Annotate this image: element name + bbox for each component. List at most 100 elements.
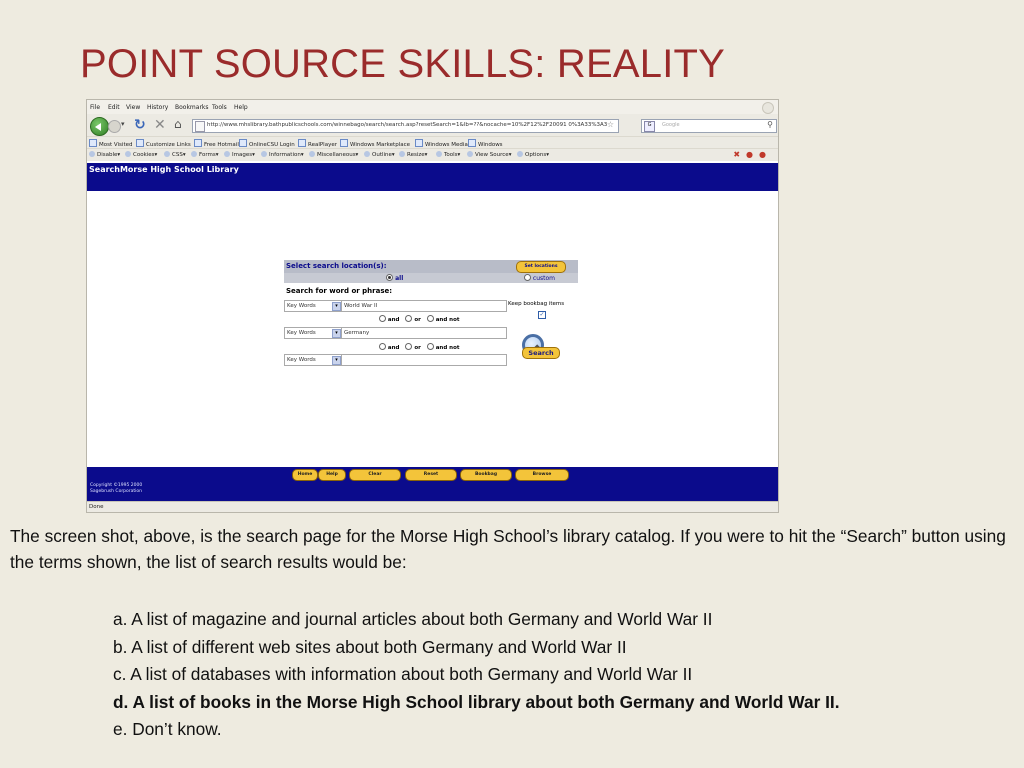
keep-bookbag-checkbox[interactable]: ✓: [538, 311, 546, 319]
menu-history[interactable]: History: [147, 104, 168, 111]
library-header-title: SearchMorse High School Library: [89, 165, 239, 174]
dev-tool-item[interactable]: Options▾: [517, 151, 549, 158]
term-input-3[interactable]: [341, 354, 507, 366]
copyright-line-2: Sagebrush Corporation: [90, 489, 143, 494]
dev-tool-item[interactable]: Resize▾: [399, 151, 427, 158]
answer-option-d: d. A list of books in the Morse High Sch…: [113, 691, 840, 712]
radio-custom[interactable]: [524, 274, 531, 281]
chevron-down-icon[interactable]: ▾: [332, 329, 341, 338]
radio-and-not[interactable]: [426, 315, 434, 322]
clear-button[interactable]: Clear: [349, 469, 401, 481]
dev-tool-icon: [309, 151, 315, 157]
web-search-box[interactable]: G Google ⚲: [641, 119, 777, 133]
radio-and[interactable]: [379, 343, 386, 350]
word-label: Search for word or phrase:: [286, 287, 393, 295]
menu-help[interactable]: Help: [234, 104, 248, 111]
field-select-1[interactable]: Key Words ▾: [284, 300, 343, 312]
reload-icon[interactable]: ↻: [134, 117, 146, 133]
bool-and-label: and: [387, 345, 400, 351]
bookmark-star-icon[interactable]: ☆: [607, 120, 614, 129]
history-dropdown-icon[interactable]: ▾: [121, 120, 125, 128]
menu-file[interactable]: File: [90, 104, 100, 111]
radio-or[interactable]: [405, 343, 413, 350]
menu-edit[interactable]: Edit: [108, 104, 120, 111]
search-button[interactable]: Search: [520, 334, 560, 359]
bool-and[interactable]: and: [379, 343, 400, 351]
slide-title: POINT SOURCE SKILLS: REALITY: [80, 42, 726, 86]
bool-or[interactable]: or: [405, 315, 421, 323]
chevron-down-icon[interactable]: ▾: [332, 356, 341, 365]
dev-tool-item[interactable]: View Source▾: [467, 151, 511, 158]
menu-bookmarks[interactable]: Bookmarks: [175, 104, 209, 111]
bool-and-not[interactable]: and not: [426, 343, 460, 351]
radio-all[interactable]: [386, 274, 393, 281]
home-button[interactable]: Home: [292, 469, 318, 481]
bool-and-not[interactable]: and not: [426, 315, 460, 323]
bookmark-item[interactable]: Most Visited: [89, 139, 132, 148]
address-bar[interactable]: http://www.mhslibrary.bathpublicschools.…: [192, 119, 619, 133]
dev-tool-label: Miscellaneous▾: [317, 152, 359, 158]
field-select-2[interactable]: Key Words ▾: [284, 327, 343, 339]
dev-tool-item[interactable]: Outline▾: [364, 151, 395, 158]
dev-tool-item[interactable]: Images▾: [224, 151, 255, 158]
dev-tool-icon: [191, 151, 197, 157]
chevron-down-icon[interactable]: ▾: [332, 302, 341, 311]
browse-button[interactable]: Browse: [515, 469, 569, 481]
search-placeholder: Google: [662, 122, 680, 128]
bookmark-icon: [340, 139, 348, 147]
bool-or-label: or: [414, 345, 421, 351]
reset-button[interactable]: Reset: [405, 469, 457, 481]
header-prefix: Search: [89, 165, 120, 174]
term-input-value: Germany: [344, 330, 370, 336]
location-all-option[interactable]: all: [386, 274, 403, 282]
dev-tool-item[interactable]: Disable▾: [89, 151, 120, 158]
developer-toolbar: Disable▾ Cookies▾ CSS▾ Forms▾ Images▾ In…: [87, 148, 778, 161]
bookmark-item[interactable]: RealPlayer: [298, 139, 337, 148]
bookmark-item[interactable]: Windows: [468, 139, 503, 148]
forward-button[interactable]: [108, 120, 121, 133]
dev-tool-label: Disable▾: [97, 152, 121, 158]
radio-and[interactable]: [379, 315, 386, 322]
help-button[interactable]: Help: [318, 469, 346, 481]
location-header: Select search location(s): Set locations: [284, 260, 578, 273]
radio-and-not[interactable]: [426, 343, 434, 350]
term-input-2[interactable]: Germany: [341, 327, 507, 339]
dev-tool-item[interactable]: Information▾: [261, 151, 304, 158]
dev-tool-label: Outline▾: [372, 152, 395, 158]
bool-and[interactable]: and: [379, 315, 400, 323]
menu-view[interactable]: View: [126, 104, 140, 111]
dev-tool-item[interactable]: CSS▾: [164, 151, 186, 158]
keep-bookbag-label: Keep bookbag items: [508, 301, 565, 307]
bookmark-icon: [415, 139, 423, 147]
bookmark-item[interactable]: Customize Links: [136, 139, 191, 148]
bookmark-item[interactable]: Windows Media: [415, 139, 468, 148]
bookmark-item[interactable]: OnlineCSU Login: [239, 139, 295, 148]
location-custom-option[interactable]: custom: [524, 274, 555, 282]
header-title: Morse High School Library: [119, 165, 239, 174]
menu-bar: File Edit View History Bookmarks Tools H…: [87, 100, 778, 114]
search-engine-icon[interactable]: G: [644, 121, 655, 132]
status-text: Done: [89, 504, 104, 510]
search-icon[interactable]: ⚲: [767, 120, 773, 129]
bookmark-item[interactable]: Windows Marketplace: [340, 139, 410, 148]
set-locations-button[interactable]: Set locations: [516, 261, 566, 273]
radio-custom-label: custom: [532, 275, 556, 282]
dev-tool-item[interactable]: Cookies▾: [125, 151, 157, 158]
dev-tool-item[interactable]: Tools▾: [436, 151, 460, 158]
bookbag-button[interactable]: Bookbag: [460, 469, 512, 481]
home-icon[interactable]: ⌂: [174, 117, 182, 131]
back-button[interactable]: [90, 117, 109, 136]
bool-or-label: or: [414, 317, 421, 323]
stop-icon[interactable]: ✕: [154, 117, 166, 133]
dev-tool-label: Options▾: [525, 152, 549, 158]
field-select-3[interactable]: Key Words ▾: [284, 354, 343, 366]
error-status-icons[interactable]: ✖●●: [733, 150, 772, 159]
term-input-1[interactable]: World War II: [341, 300, 507, 312]
menu-tools[interactable]: Tools: [212, 104, 227, 111]
bool-or[interactable]: or: [405, 343, 421, 351]
bookmark-item[interactable]: Free Hotmail: [194, 139, 239, 148]
radio-or[interactable]: [405, 315, 413, 322]
dev-tool-label: CSS▾: [172, 152, 186, 158]
dev-tool-item[interactable]: Miscellaneous▾: [309, 151, 358, 158]
dev-tool-item[interactable]: Forms▾: [191, 151, 218, 158]
